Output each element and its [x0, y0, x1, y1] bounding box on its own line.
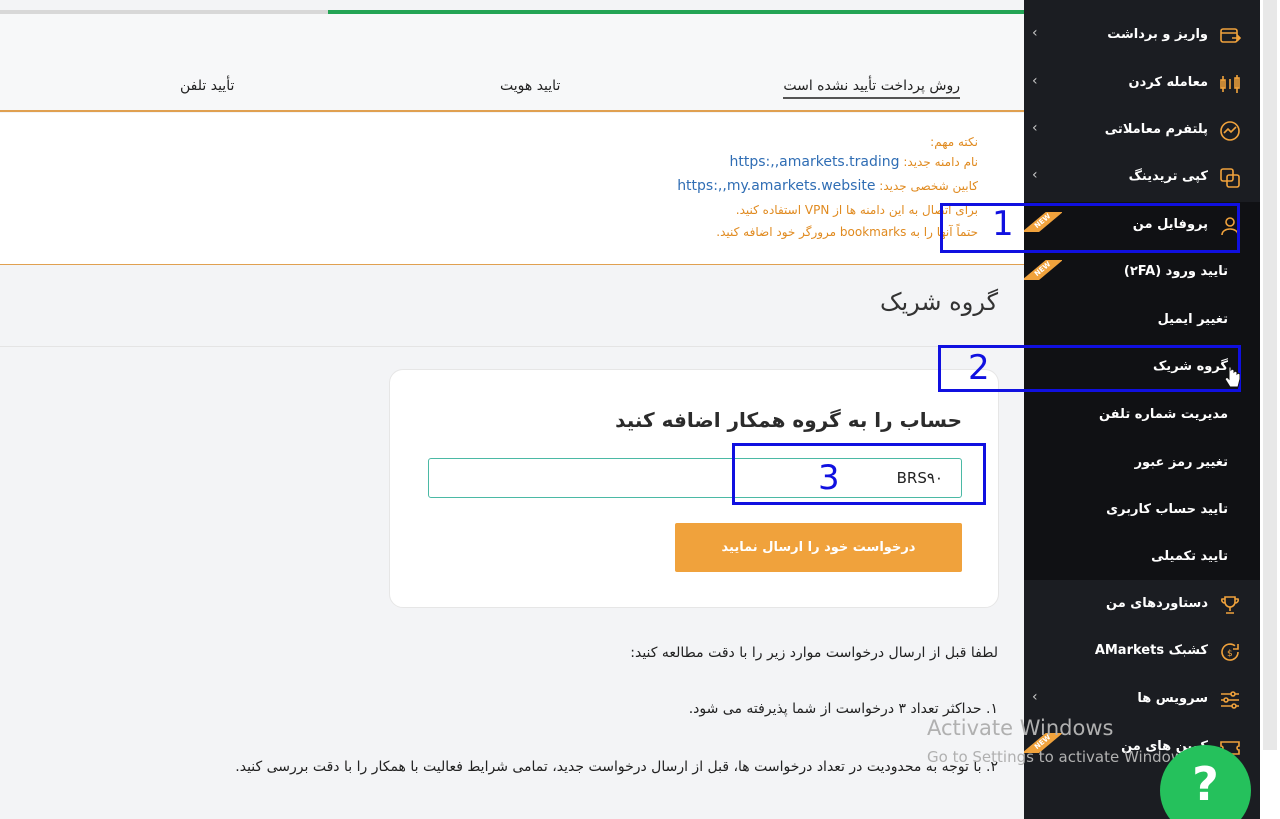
sidebar-subitem-label: مدیریت شماره تلفن — [1098, 407, 1228, 422]
instruction-item-3-partial: ... — [985, 812, 998, 819]
sidebar-item-label: سرویس ها — [1137, 691, 1208, 706]
copy-trading-icon — [1220, 168, 1240, 188]
notice-bookmark-text: حتماً آنها را به bookmarks مرورگر خود اض… — [716, 225, 978, 239]
hand-cursor-icon — [1224, 366, 1240, 388]
candlestick-icon — [1220, 75, 1240, 93]
sidebar-item-label: کشبک AMarkets — [1094, 643, 1208, 658]
sidebar-item-trading[interactable]: ‹ معامله کردن — [1024, 69, 1260, 99]
sidebar-subitem-change-email[interactable]: تغییر ایمیل — [1024, 308, 1260, 334]
chevron-left-icon: ‹ — [1032, 120, 1038, 136]
sidebar-subitem-label: تغییر ایمیل — [1157, 312, 1228, 327]
windows-activation-title: Activate Windows — [927, 716, 1114, 740]
instructions-intro: لطفا قبل از ارسال درخواست موارد زیر را ب… — [630, 645, 998, 661]
sidebar-subitem-label: تایید ورود (۲FA) — [1123, 264, 1228, 279]
new-badge: NEW — [1024, 260, 1062, 280]
sidebar-subitem-label: تایید حساب کاربری — [1106, 502, 1228, 517]
page: روش پرداخت تأیید نشده است تایید هویت تأی… — [0, 0, 1280, 819]
chevron-left-icon: ‹ — [1032, 73, 1038, 89]
sidebar: ‹ واریز و برداشت ‹ معامله کردن ‹ پلتفرم … — [1024, 0, 1260, 819]
instruction-item-1: ۱. حداکثر تعداد ۳ درخواست از شما پذیرفته… — [688, 701, 998, 717]
sidebar-subitem-phone-management[interactable]: مدیریت شماره تلفن — [1024, 403, 1260, 429]
sidebar-subitem-label: تغییر رمز عبور — [1134, 455, 1228, 470]
sidebar-item-cashback[interactable]: کشبک AMarkets $ — [1024, 637, 1260, 667]
sidebar-item-label: پلتفرم معاملاتی — [1104, 122, 1208, 137]
notice-cabinet-label: کابین شخصی جدید: — [879, 179, 978, 193]
annotation-number-1: 1 — [992, 204, 1014, 244]
cashback-icon: $ — [1221, 643, 1239, 661]
question-mark-icon: ? — [1192, 757, 1219, 811]
tab-payment-method[interactable]: روش پرداخت تأیید نشده است — [783, 78, 960, 99]
verification-tabs: روش پرداخت تأیید نشده است تایید هویت تأی… — [0, 14, 1024, 112]
trophy-icon — [1221, 596, 1239, 614]
sidebar-item-label: واریز و برداشت — [1107, 27, 1208, 42]
submit-request-button[interactable]: درخواست خود را ارسال نمایید — [675, 523, 962, 572]
important-notice: نکته مهم: نام دامنه جدید: https:,,amarke… — [0, 113, 1024, 265]
sidebar-item-services[interactable]: ‹ سرویس ها — [1024, 685, 1260, 715]
sliders-icon — [1221, 691, 1239, 709]
form-title: حساب را به گروه همکار اضافه کنید — [615, 408, 962, 432]
divider — [0, 346, 1024, 347]
instruction-item-2: ۲. با توجه به محدودیت در تعداد درخواست ه… — [235, 759, 998, 775]
annotation-box-1 — [940, 203, 1240, 253]
sidebar-subitem-extra-verification[interactable]: تایید تکمیلی — [1024, 545, 1260, 571]
annotation-number-2: 2 — [968, 348, 990, 388]
chevron-left-icon: ‹ — [1032, 25, 1038, 41]
scrollbar-thumb[interactable] — [1263, 0, 1277, 750]
sidebar-subitem-account-verification[interactable]: تایید حساب کاربری — [1024, 498, 1260, 524]
chevron-left-icon: ‹ — [1032, 167, 1038, 183]
notice-domain-line: نام دامنه جدید: https:,,amarkets.trading — [730, 154, 978, 170]
sidebar-item-platform[interactable]: ‹ پلتفرم معاملاتی — [1024, 116, 1260, 146]
sidebar-subitem-label: تایید تکمیلی — [1151, 549, 1228, 564]
page-title: گروه شریک — [880, 288, 998, 316]
tab-phone[interactable]: تأیید تلفن — [180, 78, 234, 94]
notice-cabinet-line: کابین شخصی جدید: https:,,my.amarkets.web… — [677, 178, 978, 194]
sidebar-item-label: معامله کردن — [1128, 75, 1208, 90]
sidebar-item-label: دستاوردهای من — [1106, 596, 1208, 611]
sidebar-item-label: کپی تریدینگ — [1128, 169, 1208, 184]
sidebar-item-deposit-withdraw[interactable]: ‹ واریز و برداشت — [1024, 21, 1260, 51]
wallet-transfer-icon — [1220, 28, 1242, 43]
sidebar-item-achievements[interactable]: دستاوردهای من — [1024, 590, 1260, 620]
tab-identity[interactable]: تایید هویت — [500, 78, 560, 94]
platform-chart-icon — [1220, 121, 1240, 141]
notice-domain-label: نام دامنه جدید: — [903, 155, 978, 169]
chevron-left-icon: ‹ — [1032, 689, 1038, 705]
main-content: روش پرداخت تأیید نشده است تایید هویت تأی… — [0, 0, 1024, 819]
notice-heading: نکته مهم: — [930, 135, 978, 149]
windows-activation-subtitle: Go to Settings to activate Windows. — [927, 748, 1196, 766]
cabinet-link[interactable]: https:,,my.amarkets.website — [677, 178, 875, 194]
help-chat-button[interactable]: ? — [1160, 745, 1251, 819]
annotation-box-3 — [732, 443, 986, 505]
annotation-number-3: 3 — [818, 458, 840, 498]
domain-link[interactable]: https:,,amarkets.trading — [730, 154, 900, 170]
svg-text:$: $ — [1227, 649, 1233, 659]
sidebar-subitem-change-password[interactable]: تغییر رمز عبور — [1024, 451, 1260, 477]
sidebar-item-copy-trading[interactable]: ‹ کپی تریدینگ — [1024, 163, 1260, 193]
